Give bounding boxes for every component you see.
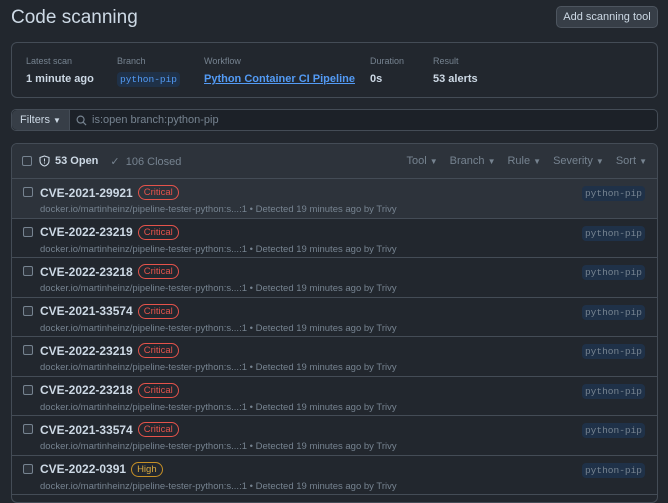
- branch-chip[interactable]: python-pip: [117, 72, 181, 87]
- row-checkbox[interactable]: [23, 187, 33, 197]
- alert-meta: docker.io/martinheinz/pipeline-tester-py…: [40, 204, 397, 215]
- alert-title[interactable]: CVE-2021-29921: [40, 186, 133, 200]
- alert-meta: docker.io/martinheinz/pipeline-tester-py…: [40, 243, 397, 255]
- alert-row[interactable]: CVE-2021-33574 Critical docker.io/martinh…: [12, 298, 657, 337]
- alert-row[interactable]: CVE-2021-29921 Critical docker.io/martinh…: [12, 179, 657, 219]
- row-checkbox[interactable]: [23, 384, 33, 395]
- duration-value: 0s: [370, 73, 383, 85]
- alert-row[interactable]: CVE-2022-23219 Critical docker.io/martinh…: [12, 219, 657, 258]
- rule-dropdown[interactable]: Rule ▼: [507, 155, 541, 167]
- branch-label: Branch: [117, 56, 146, 66]
- alert-row[interactable]: CVE-2022-0391 High docker.io/martinheinz/…: [12, 456, 657, 495]
- alert-title[interactable]: CVE-2022-23219: [40, 344, 133, 358]
- scan-summary: Latest scan 1 minute ago Branch python-pip…: [11, 42, 658, 98]
- alert-row[interactable]: CVE-2021-33574 Critical docker.io/martinh…: [12, 416, 657, 456]
- alert-title[interactable]: CVE-2021-33574: [40, 423, 133, 437]
- alert-title[interactable]: CVE-2022-23218: [40, 265, 133, 279]
- branch-dropdown[interactable]: Branch ▼: [450, 155, 496, 167]
- dropdown-label: Severity: [553, 155, 593, 167]
- alert-meta: docker.io/martinheinz/pipeline-tester-py…: [40, 322, 397, 334]
- caret-down-icon: ▼: [533, 157, 542, 166]
- sort-dropdown[interactable]: Sort ▼: [616, 155, 647, 167]
- filter-bar: Filters ▼ is:open branch:python-pip: [11, 109, 658, 131]
- alert-row[interactable]: CVE-2022-23218 Critical docker.io/martinh…: [12, 258, 657, 298]
- closed-tab[interactable]: ✓ 106 Closed: [110, 155, 181, 168]
- severity-dropdown[interactable]: Severity ▼: [553, 155, 604, 167]
- severity-badge: Critical: [137, 303, 179, 319]
- caret-down-icon: ▼: [53, 115, 61, 125]
- alert-meta: docker.io/martinheinz/pipeline-tester-py…: [40, 480, 397, 492]
- caret-down-icon: ▼: [595, 157, 604, 166]
- latest-scan-label: Latest scan: [26, 56, 73, 66]
- result-value: 53 alerts: [433, 73, 478, 85]
- closed-label: 106 Closed: [125, 155, 182, 168]
- severity-badge: Critical: [137, 224, 179, 240]
- alert-title[interactable]: CVE-2022-0391: [40, 462, 126, 476]
- severity-badge: Critical: [137, 422, 179, 437]
- filters-button[interactable]: Filters ▼: [12, 110, 70, 130]
- branch-chip[interactable]: python-pip: [581, 344, 645, 359]
- filters-label: Filters: [20, 114, 50, 126]
- open-tab[interactable]: 53 Open: [55, 155, 98, 167]
- result-label: Result: [433, 56, 459, 66]
- dropdown-label: Tool: [406, 155, 427, 167]
- severity-badge: Critical: [137, 382, 179, 398]
- caret-down-icon: ▼: [639, 157, 647, 166]
- alert-title[interactable]: CVE-2021-33574: [40, 304, 133, 318]
- severity-badge: Critical: [137, 264, 179, 279]
- branch-chip[interactable]: python-pip: [581, 423, 645, 438]
- alert-row[interactable]: CVE-2022-23219 Critical docker.io/martinh…: [12, 337, 657, 377]
- check-icon: ✓: [110, 155, 120, 168]
- row-checkbox[interactable]: [23, 424, 33, 434]
- branch-chip[interactable]: python-pip: [581, 383, 645, 399]
- row-checkbox[interactable]: [23, 266, 33, 276]
- latest-scan-value: 1 minute ago: [26, 73, 94, 85]
- branch-chip[interactable]: python-pip: [581, 304, 645, 320]
- duration-label: Duration: [370, 56, 405, 66]
- alert-title[interactable]: CVE-2022-23219: [40, 225, 133, 239]
- tool-dropdown[interactable]: Tool ▼: [406, 155, 437, 167]
- add-scanning-tool-button[interactable]: Add scanning tool: [556, 6, 658, 28]
- alert-title[interactable]: CVE-2022-23218: [40, 383, 133, 397]
- shield-icon: [39, 155, 50, 167]
- select-all-checkbox[interactable]: [22, 156, 32, 166]
- branch-chip[interactable]: python-pip: [581, 462, 645, 478]
- workflow-label: Workflow: [204, 56, 241, 66]
- row-checkbox[interactable]: [23, 463, 33, 474]
- alerts-list: 53 Open ✓ 106 Closed Tool ▼ Branch ▼ Rule …: [11, 143, 658, 503]
- alert-meta: docker.io/martinheinz/pipeline-tester-py…: [40, 283, 397, 294]
- alert-meta: docker.io/martinheinz/pipeline-tester-py…: [40, 441, 397, 452]
- caret-down-icon: ▼: [487, 157, 496, 166]
- alert-meta: docker.io/martinheinz/pipeline-tester-py…: [40, 362, 397, 373]
- sort-menus: Tool ▼ Branch ▼ Rule ▼ Severity ▼ Sort ▼: [406, 155, 647, 167]
- row-checkbox[interactable]: [23, 226, 33, 237]
- branch-chip[interactable]: python-pip: [581, 265, 645, 280]
- caret-down-icon: ▼: [429, 157, 438, 166]
- dropdown-label: Rule: [507, 155, 531, 167]
- alert-row[interactable]: CVE-2022-23218 Critical docker.io/martinh…: [12, 377, 657, 416]
- branch-chip[interactable]: python-pip: [581, 225, 645, 241]
- row-checkbox[interactable]: [23, 345, 33, 355]
- severity-badge: High: [131, 461, 163, 477]
- branch-chip[interactable]: python-pip: [581, 186, 645, 201]
- severity-badge: Critical: [137, 185, 179, 200]
- row-checkbox[interactable]: [23, 305, 33, 316]
- severity-badge: Critical: [137, 343, 179, 358]
- search-input[interactable]: is:open branch:python-pip: [70, 110, 657, 130]
- alerts-header: 53 Open ✓ 106 Closed Tool ▼ Branch ▼ Rule …: [12, 144, 657, 179]
- dropdown-label: Branch: [449, 155, 485, 167]
- search-query: is:open branch:python-pip: [92, 114, 219, 126]
- workflow-link[interactable]: Python Container CI Pipeline: [204, 73, 370, 85]
- page-title: Code scanning: [11, 7, 138, 28]
- search-icon: [76, 115, 87, 126]
- dropdown-label: Sort: [615, 155, 637, 167]
- alert-meta: docker.io/martinheinz/pipeline-tester-py…: [40, 401, 397, 413]
